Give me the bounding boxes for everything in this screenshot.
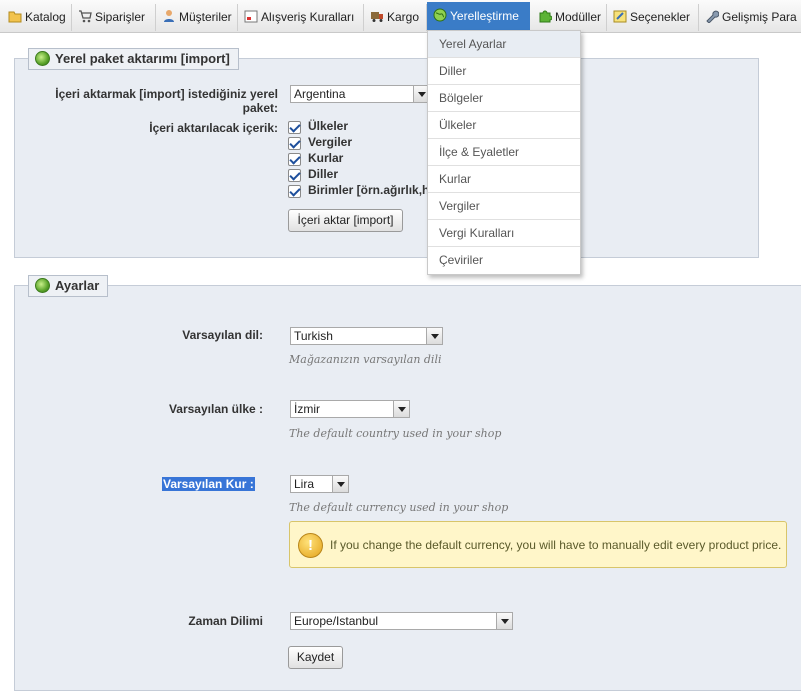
tab-siparisler[interactable]: Siparişler: [72, 4, 156, 31]
warning-icon: !: [298, 533, 323, 558]
checkbox-kurlar[interactable]: [288, 153, 301, 166]
menu-item-yerel-ayarlar[interactable]: Yerel Ayarlar: [428, 31, 580, 58]
default-currency-hint: The default currency used in your shop: [289, 501, 509, 514]
checkbox-ulkeler[interactable]: [288, 121, 301, 134]
puzzle-icon: [538, 6, 553, 23]
chevron-down-icon: [332, 476, 348, 492]
timezone-label: Zaman Dilimi: [188, 614, 263, 628]
timezone-select[interactable]: Europe/Istanbul: [290, 612, 513, 630]
import-panel-legend: Yerel paket aktarımı [import]: [28, 48, 239, 70]
checkbox-label: Kurlar: [308, 151, 344, 165]
chevron-down-icon: [496, 613, 512, 629]
localization-dropdown-menu: Yerel Ayarlar Diller Bölgeler Ülkeler İl…: [427, 30, 581, 275]
menu-item-diller[interactable]: Diller: [428, 58, 580, 85]
top-navigation: Katalog Siparişler Müşteriler Alışveriş …: [0, 0, 801, 33]
menu-item-kurlar[interactable]: Kurlar: [428, 166, 580, 193]
default-country-label: Varsayılan ülke :: [168, 402, 263, 416]
package-select[interactable]: Argentina: [290, 85, 430, 103]
preferences-icon: [613, 6, 627, 23]
default-language-select[interactable]: Turkish: [290, 327, 443, 345]
checkbox-birimler[interactable]: [288, 185, 301, 198]
checkbox-label: Ülkeler: [308, 119, 349, 133]
rules-icon: [244, 6, 258, 23]
menu-item-vergi-kurallari[interactable]: Vergi Kuralları: [428, 220, 580, 247]
package-label: İçeri aktarmak [import] istediğiniz yere…: [55, 87, 278, 115]
settings-panel-legend: Ayarlar: [28, 275, 109, 297]
truck-icon: [370, 6, 384, 22]
currency-warning: ! If you change the default currency, yo…: [289, 521, 787, 568]
checkbox-diller[interactable]: [288, 169, 301, 182]
default-country-hint: The default country used in your shop: [289, 427, 502, 440]
default-currency-label: Varsayılan Kur :: [162, 477, 255, 491]
customers-icon: [162, 6, 176, 22]
menu-item-vergiler[interactable]: Vergiler: [428, 193, 580, 220]
tab-secenekler[interactable]: Seçenekler: [607, 4, 699, 31]
menu-item-ceviriler[interactable]: Çeviriler: [428, 247, 580, 274]
globe-icon: [433, 4, 447, 22]
globe-icon: [35, 278, 50, 293]
tab-kargo[interactable]: Kargo: [364, 4, 427, 31]
checkbox-label: Birimler [örn.ağırlık,h: [308, 183, 430, 197]
checkbox-label: Diller: [308, 167, 339, 181]
menu-item-bolgeler[interactable]: Bölgeler: [428, 85, 580, 112]
tab-moduller[interactable]: Modüller: [532, 4, 607, 31]
default-country-select[interactable]: İzmir: [290, 400, 410, 418]
save-button[interactable]: Kaydet: [288, 646, 343, 669]
settings-panel: [14, 285, 801, 691]
wrench-icon: [705, 6, 720, 24]
tab-gelismis-parametreler[interactable]: Gelişmiş Para: [699, 4, 801, 31]
default-language-hint: Mağazanızın varsayılan dili: [289, 353, 442, 366]
warning-text: If you change the default currency, you …: [330, 538, 782, 552]
tab-alisveris-kurallari[interactable]: Alışveriş Kuralları: [238, 4, 364, 31]
cart-icon: [78, 6, 92, 23]
content-label: İçeri aktarılacak içerik:: [149, 121, 278, 135]
tab-katalog[interactable]: Katalog: [2, 4, 72, 31]
chevron-down-icon: [393, 401, 409, 417]
default-language-label: Varsayılan dil:: [182, 328, 263, 342]
globe-icon: [35, 51, 50, 66]
default-currency-select[interactable]: Lira: [290, 475, 349, 493]
folder-icon: [8, 6, 22, 23]
tab-yerellestirme[interactable]: Yerelleştirme: [427, 2, 530, 31]
import-button[interactable]: İçeri aktar [import]: [288, 209, 403, 232]
menu-item-ulkeler[interactable]: Ülkeler: [428, 112, 580, 139]
tab-musteriler[interactable]: Müşteriler: [156, 4, 238, 31]
menu-item-ilce-eyaletler[interactable]: İlçe & Eyaletler: [428, 139, 580, 166]
checkbox-label: Vergiler: [308, 135, 353, 149]
chevron-down-icon: [426, 328, 442, 344]
checkbox-vergiler[interactable]: [288, 137, 301, 150]
